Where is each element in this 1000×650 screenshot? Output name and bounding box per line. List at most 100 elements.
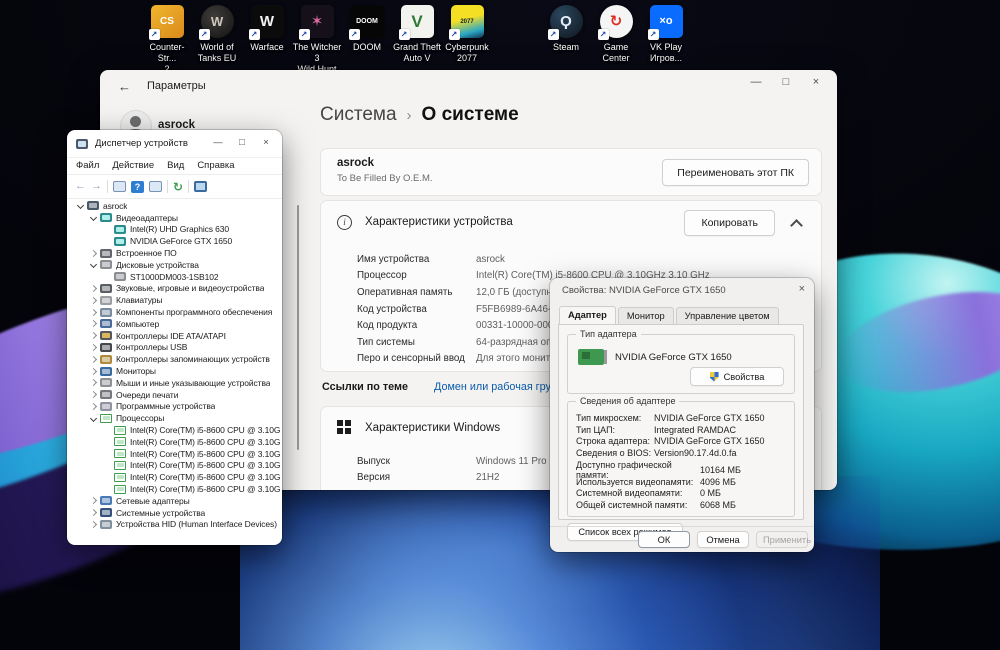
tree-item-10[interactable]: Компьютер xyxy=(67,318,280,330)
menu-Вид[interactable]: Вид xyxy=(167,160,184,171)
tree-item-15[interactable]: Мыши и иные указывающие устройства xyxy=(67,377,280,389)
scan-hardware-changes-icon[interactable]: ↻ xyxy=(173,181,183,193)
tree-item-13[interactable]: Контроллеры запоминающих устройств xyxy=(67,353,280,365)
list-view-icon[interactable] xyxy=(113,181,126,192)
chevron-up-icon[interactable] xyxy=(790,219,803,232)
tree-item-label: ST1000DM003-1SB102 xyxy=(130,271,219,282)
chevron-right-icon[interactable] xyxy=(88,248,99,259)
tree-item-23[interactable]: Intel(R) Core(TM) i5-8600 CPU @ 3.10GHz xyxy=(67,471,280,483)
menu-Файл[interactable]: Файл xyxy=(76,160,99,171)
minimize-button[interactable]: — xyxy=(206,137,230,148)
chevron-right-icon[interactable] xyxy=(88,389,99,400)
tree-item-20[interactable]: Intel(R) Core(TM) i5-8600 CPU @ 3.10GHz xyxy=(67,436,280,448)
menu-Справка[interactable]: Справка xyxy=(197,160,234,171)
chevron-down-icon[interactable] xyxy=(88,212,99,223)
tree-item-9[interactable]: Компоненты программного обеспечения xyxy=(67,306,280,318)
adapter-properties-label: Свойства xyxy=(723,371,765,382)
tree-item-1[interactable]: Видеоадаптеры xyxy=(67,212,280,224)
tree-item-26[interactable]: Системные устройства xyxy=(67,507,280,519)
device-specs-header[interactable]: i Характеристики устройства Копировать xyxy=(321,201,821,245)
tree-item-14[interactable]: Мониторы xyxy=(67,365,280,377)
chevron-down-icon[interactable] xyxy=(88,259,99,270)
info-value: NVIDIA GeForce GTX 1650 xyxy=(654,436,765,447)
info-label: Общей системной памяти: xyxy=(576,500,688,511)
chevron-right-icon[interactable] xyxy=(88,330,99,341)
back-icon[interactable]: ← xyxy=(75,181,86,192)
chevron-right-icon[interactable] xyxy=(88,295,99,306)
computer-view-icon[interactable] xyxy=(194,181,208,192)
tree-item-22[interactable]: Intel(R) Core(TM) i5-8600 CPU @ 3.10GHz xyxy=(67,460,280,472)
tree-item-8[interactable]: Клавиатуры xyxy=(67,294,280,306)
desktop-icon-warface[interactable]: W ↗ Warface xyxy=(242,5,292,74)
device-manager-toolbar: ← →? ↻ xyxy=(67,174,282,199)
chevron-right-icon[interactable] xyxy=(88,283,99,294)
tree-item-5[interactable]: Дисковые устройства xyxy=(67,259,280,271)
chevron-down-icon[interactable] xyxy=(75,200,86,211)
desktop-icon-vk-play[interactable]: ×o ↗ VK Play Игров... xyxy=(641,5,691,64)
nvidia-dialog-titlebar[interactable]: Свойства: NVIDIA GeForce GTX 1650 xyxy=(550,278,814,303)
tree-item-0[interactable]: asrock xyxy=(67,200,280,212)
tab-Монитор[interactable]: Монитор xyxy=(617,307,674,325)
desktop-icon-the-witcher-3-wild-hunt[interactable]: ✶ ↗ The Witcher 3 Wild Hunt xyxy=(292,5,342,74)
tree-item-4[interactable]: Встроенное ПО xyxy=(67,247,280,259)
maximize-button[interactable]: □ xyxy=(230,137,254,148)
tree-item-3[interactable]: NVIDIA GeForce GTX 1650 xyxy=(67,235,280,247)
menu-Действие[interactable]: Действие xyxy=(112,160,154,171)
tree-item-27[interactable]: Устройства HID (Human Interface Devices) xyxy=(67,519,280,531)
chevron-right-icon[interactable] xyxy=(88,401,99,412)
chevron-right-icon[interactable] xyxy=(88,507,99,518)
desktop-icon-cyberpunk-2077[interactable]: 2077 ↗ Cyberpunk 2077 xyxy=(442,5,492,74)
close-button[interactable]: × xyxy=(254,137,278,148)
doom-glyph: DOOM xyxy=(356,18,378,25)
chevron-right-icon[interactable] xyxy=(88,307,99,318)
tree-item-19[interactable]: Intel(R) Core(TM) i5-8600 CPU @ 3.10GHz xyxy=(67,424,280,436)
chevron-right-icon[interactable] xyxy=(88,519,99,530)
ok-button[interactable]: ОК xyxy=(638,531,690,548)
rename-pc-button[interactable]: Переименовать этот ПК xyxy=(662,159,809,186)
mon-device-icon xyxy=(100,366,112,376)
tree-item-21[interactable]: Intel(R) Core(TM) i5-8600 CPU @ 3.10GHz xyxy=(67,448,280,460)
desktop-icon-counter-strike-2[interactable]: CS ↗ Counter-Str... 2 xyxy=(142,5,192,74)
tree-item-16[interactable]: Очереди печати xyxy=(67,389,280,401)
desktop-icon-steam[interactable]: Ϙ ↗ Steam xyxy=(541,5,591,64)
tree-item-2[interactable]: Intel(R) UHD Graphics 630 xyxy=(67,224,280,236)
back-arrow-icon[interactable]: ← xyxy=(118,79,131,94)
tab-Управление цветом[interactable]: Управление цветом xyxy=(675,307,779,325)
tree-item-18[interactable]: Процессоры xyxy=(67,412,280,424)
tree-item-12[interactable]: Контроллеры USB xyxy=(67,342,280,354)
apply-button: Применить xyxy=(756,531,811,548)
tree-item-24[interactable]: Intel(R) Core(TM) i5-8600 CPU @ 3.10GHz xyxy=(67,483,280,495)
forward-icon[interactable]: → xyxy=(91,181,102,192)
chevron-right-icon[interactable] xyxy=(88,342,99,353)
close-icon[interactable]: × xyxy=(799,283,805,295)
chevron-right-icon[interactable] xyxy=(88,366,99,377)
tree-item-7[interactable]: Звуковые, игровые и видеоустройства xyxy=(67,283,280,295)
shortcut-arrow-icon: ↗ xyxy=(547,29,559,40)
cancel-button[interactable]: Отмена xyxy=(697,531,749,548)
desktop-icon-grand-theft-auto-v[interactable]: V ↗ Grand Theft Auto V xyxy=(392,5,442,74)
properties-icon[interactable] xyxy=(149,181,162,192)
tree-item-25[interactable]: Сетевые адаптеры xyxy=(67,495,280,507)
chevron-right-icon[interactable] xyxy=(88,495,99,506)
desktop-icon-world-of-tanks-eu[interactable]: W ↗ World of Tanks EU xyxy=(192,5,242,74)
tab-Адаптер[interactable]: Адаптер xyxy=(559,306,616,326)
gpu-device-icon xyxy=(114,236,126,246)
desktop-icon-doom[interactable]: DOOM ↗ DOOM xyxy=(342,5,392,74)
tree-item-label: Системные устройства xyxy=(116,507,206,518)
help-icon[interactable]: ? xyxy=(131,180,144,193)
chevron-down-icon[interactable] xyxy=(88,413,99,424)
tree-item-17[interactable]: Программные устройства xyxy=(67,401,280,413)
related-link-0[interactable]: Домен или рабочая группа xyxy=(434,381,569,393)
breadcrumb-system[interactable]: Система xyxy=(320,104,397,126)
copy-button[interactable]: Копировать xyxy=(684,210,775,236)
adapter-properties-button[interactable]: Свойства xyxy=(690,367,784,386)
chevron-right-icon[interactable] xyxy=(88,318,99,329)
tree-item-11[interactable]: Контроллеры IDE ATA/ATAPI xyxy=(67,330,280,342)
desktop-icon-game-center[interactable]: ↻ ↗ Game Center xyxy=(591,5,641,64)
settings-scrollbar[interactable] xyxy=(297,205,299,450)
tree-item-6[interactable]: ST1000DM003-1SB102 xyxy=(67,271,280,283)
chevron-right-icon[interactable] xyxy=(88,354,99,365)
chevron-right-icon[interactable] xyxy=(88,377,99,388)
